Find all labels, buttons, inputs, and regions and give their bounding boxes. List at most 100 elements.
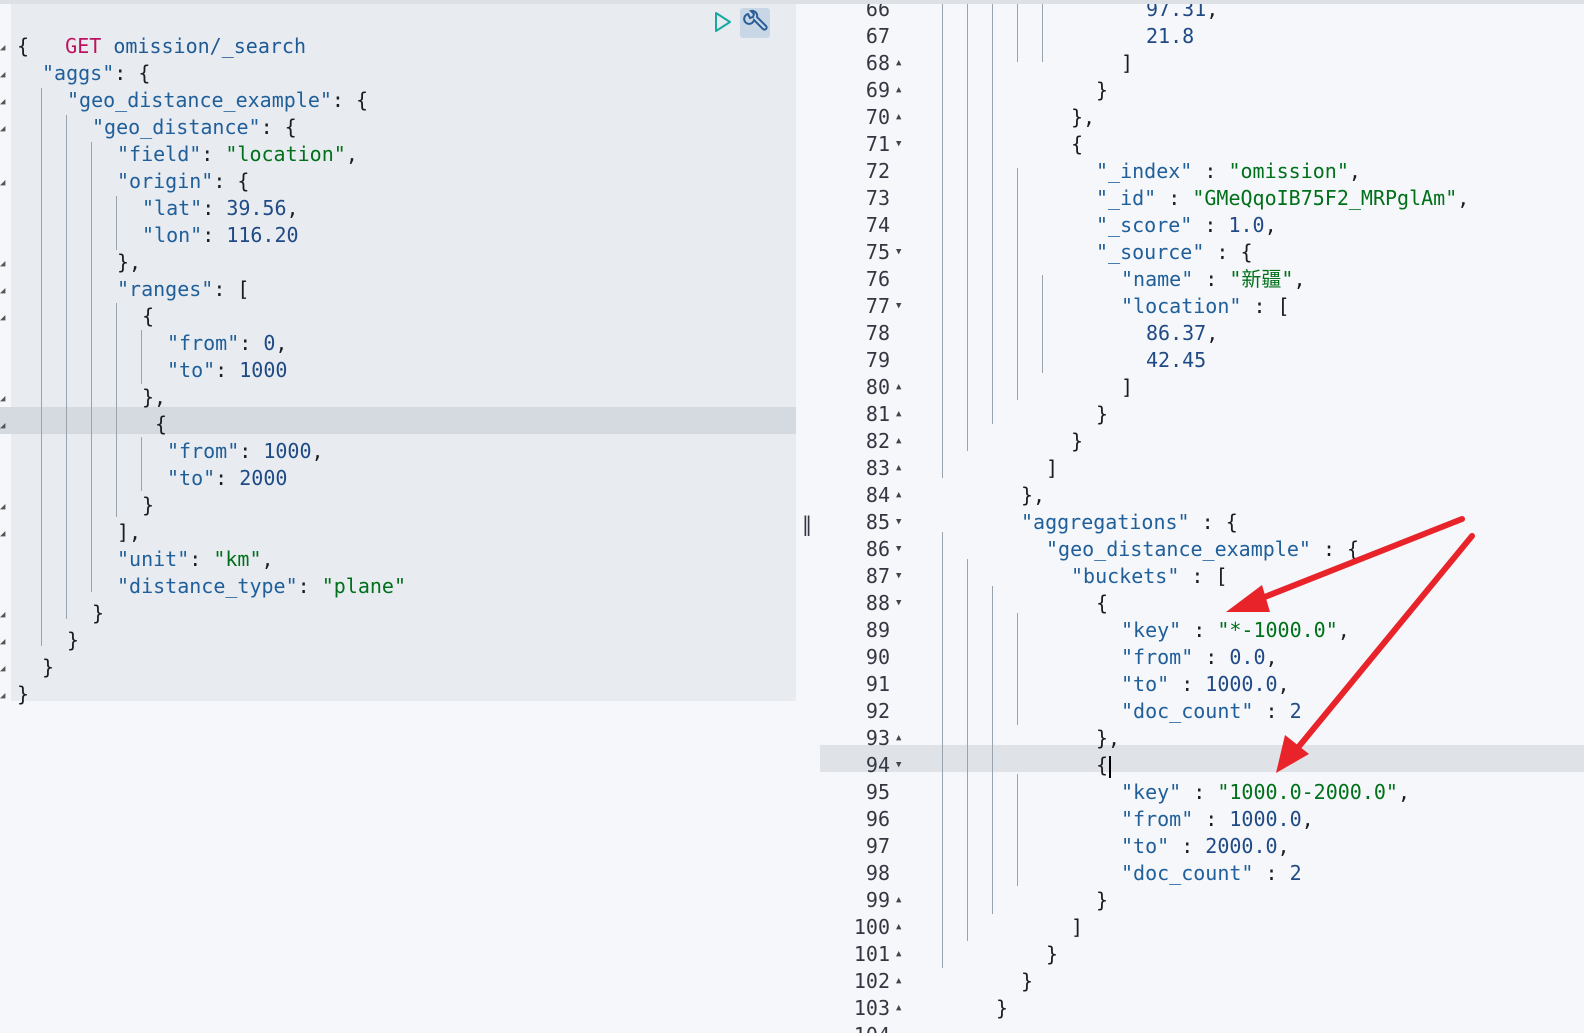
fold-close-icon[interactable]: ▲ — [896, 374, 910, 401]
response-code-line[interactable]: "from" : 0.0, — [1121, 644, 1278, 671]
fold-arrow-icon[interactable]: ◢ — [0, 44, 8, 53]
fold-close-icon[interactable]: ▲ — [896, 968, 910, 995]
fold-open-icon[interactable]: ▼ — [896, 293, 910, 320]
response-code-line[interactable]: "name" : "新疆", — [1121, 266, 1306, 293]
fold-arrow-icon[interactable]: ◢ — [0, 422, 8, 431]
response-code-line[interactable]: "doc_count" : 2 — [1121, 698, 1302, 725]
response-code-line[interactable]: } — [1096, 77, 1108, 104]
fold-arrow-icon[interactable]: ◢ — [0, 71, 8, 80]
request-code-line[interactable]: "geo_distance_example": { — [67, 87, 368, 114]
response-code-line[interactable]: }, — [1021, 482, 1045, 509]
request-code-line[interactable]: } — [67, 627, 79, 654]
response-code-line[interactable]: }, — [1096, 725, 1120, 752]
fold-open-icon[interactable]: ▼ — [896, 563, 910, 590]
response-code-line[interactable]: "to" : 1000.0, — [1121, 671, 1290, 698]
fold-arrow-icon[interactable]: ◢ — [0, 260, 8, 269]
request-line[interactable]: GET omission/_search — [17, 6, 306, 58]
response-code-line[interactable]: "_score" : 1.0, — [1096, 212, 1277, 239]
fold-close-icon[interactable]: ▲ — [896, 50, 910, 77]
fold-open-icon[interactable]: ▼ — [896, 131, 910, 158]
request-code-line[interactable]: { — [155, 411, 167, 438]
request-code-line[interactable]: "to": 1000 — [167, 357, 287, 384]
fold-arrow-icon[interactable]: ◢ — [0, 179, 8, 188]
response-code-line[interactable]: } — [1046, 941, 1058, 968]
response-code-line[interactable]: "_source" : { — [1096, 239, 1253, 266]
fold-arrow-icon[interactable]: ◢ — [0, 395, 8, 404]
request-code-line[interactable]: } — [142, 492, 154, 519]
response-code-line[interactable]: ] — [1121, 374, 1133, 401]
response-code-line[interactable]: 21.8 — [1146, 23, 1194, 50]
request-code-line[interactable]: "field": "location", — [117, 141, 358, 168]
request-code-line[interactable]: }, — [117, 249, 141, 276]
fold-arrow-icon[interactable]: ◢ — [0, 638, 8, 647]
request-code-line[interactable]: } — [17, 681, 29, 708]
response-code-line[interactable]: } — [1096, 887, 1108, 914]
request-code-line[interactable]: "aggs": { — [42, 60, 150, 87]
request-code-line[interactable]: } — [92, 600, 104, 627]
fold-close-icon[interactable]: ▲ — [896, 914, 910, 941]
request-editor[interactable]: GET omission/_search {"aggs": {"geo_dist… — [0, 4, 796, 1033]
response-code-line[interactable]: } — [996, 995, 1008, 1022]
fold-close-icon[interactable]: ▲ — [896, 104, 910, 131]
fold-open-icon[interactable]: ▼ — [896, 590, 910, 617]
response-code-line[interactable]: 97.31, — [1146, 4, 1218, 23]
fold-arrow-icon[interactable]: ◢ — [0, 125, 8, 134]
fold-open-icon[interactable]: ▼ — [896, 536, 910, 563]
response-code-line[interactable]: "_id" : "GMeQqoIB75F2_MRPglAm", — [1096, 185, 1469, 212]
response-code-line[interactable]: { — [1096, 590, 1108, 617]
request-code-line[interactable]: "unit": "km", — [117, 546, 274, 573]
response-code-line[interactable]: "key" : "*-1000.0", — [1121, 617, 1350, 644]
response-code-line[interactable]: 86.37, — [1146, 320, 1218, 347]
response-code-line[interactable]: ] — [1046, 455, 1058, 482]
response-code-line[interactable]: 42.45 — [1146, 347, 1206, 374]
response-code-line[interactable]: ] — [1071, 914, 1083, 941]
response-code-line[interactable]: } — [1021, 968, 1033, 995]
fold-open-icon[interactable]: ▼ — [896, 239, 910, 266]
request-code-line[interactable]: ], — [117, 519, 141, 546]
fold-close-icon[interactable]: ▲ — [896, 725, 910, 752]
fold-open-icon[interactable]: ▼ — [896, 752, 910, 779]
response-code-line[interactable]: { — [1071, 131, 1083, 158]
request-code-line[interactable]: "from": 0, — [167, 330, 287, 357]
request-code-line[interactable]: "origin": { — [117, 168, 249, 195]
request-code-line[interactable]: } — [42, 654, 54, 681]
request-code-line[interactable]: }, — [142, 384, 166, 411]
fold-close-icon[interactable]: ▲ — [896, 887, 910, 914]
response-code-line[interactable]: "from" : 1000.0, — [1121, 806, 1314, 833]
fold-close-icon[interactable]: ▲ — [896, 941, 910, 968]
fold-close-icon[interactable]: ▲ — [896, 428, 910, 455]
response-code-line[interactable]: "to" : 2000.0, — [1121, 833, 1290, 860]
play-icon[interactable] — [713, 11, 733, 33]
request-code-line[interactable]: "lon": 116.20 — [142, 222, 299, 249]
request-code-line[interactable]: "ranges": [ — [117, 276, 249, 303]
pane-splitter[interactable]: ‖ — [796, 4, 818, 1033]
request-code-line[interactable]: { — [17, 33, 29, 60]
wrench-icon[interactable] — [740, 8, 770, 38]
fold-close-icon[interactable]: ▲ — [896, 482, 910, 509]
fold-arrow-icon[interactable]: ◢ — [0, 665, 8, 674]
response-code-line[interactable]: "aggregations" : { — [1021, 509, 1238, 536]
fold-open-icon[interactable]: ▼ — [896, 509, 910, 536]
request-code-line[interactable]: "lat": 39.56, — [142, 195, 299, 222]
fold-close-icon[interactable]: ▲ — [896, 455, 910, 482]
request-code-line[interactable]: "geo_distance": { — [92, 114, 297, 141]
fold-close-icon[interactable]: ▲ — [896, 401, 910, 428]
response-code-line[interactable]: "location" : [ — [1121, 293, 1290, 320]
fold-arrow-icon[interactable]: ◢ — [0, 503, 8, 512]
response-code-line[interactable]: "geo_distance_example" : { — [1046, 536, 1359, 563]
request-code-line[interactable]: "from": 1000, — [167, 438, 324, 465]
response-code-line[interactable]: } — [1071, 428, 1083, 455]
fold-close-icon[interactable]: ▲ — [896, 995, 910, 1022]
response-viewer[interactable]: 66 97.31, 67 21.8 68 ▲] 69 ▲} 70 ▲}, 71 ▼{72 "_index… — [818, 4, 1584, 1033]
request-code-line[interactable]: { — [142, 303, 154, 330]
fold-arrow-icon[interactable]: ◢ — [0, 692, 8, 701]
response-code-line[interactable]: "_index" : "omission", — [1096, 158, 1361, 185]
fold-arrow-icon[interactable]: ◢ — [0, 530, 8, 539]
fold-arrow-icon[interactable]: ◢ — [0, 314, 8, 323]
response-code-line[interactable]: { — [1096, 752, 1112, 779]
response-code-line[interactable]: } — [1096, 401, 1108, 428]
response-code-line[interactable]: "key" : "1000.0-2000.0", — [1121, 779, 1410, 806]
fold-arrow-icon[interactable]: ◢ — [0, 287, 8, 296]
response-code-line[interactable]: "doc_count" : 2 — [1121, 860, 1302, 887]
request-code-line[interactable]: "to": 2000 — [167, 465, 287, 492]
